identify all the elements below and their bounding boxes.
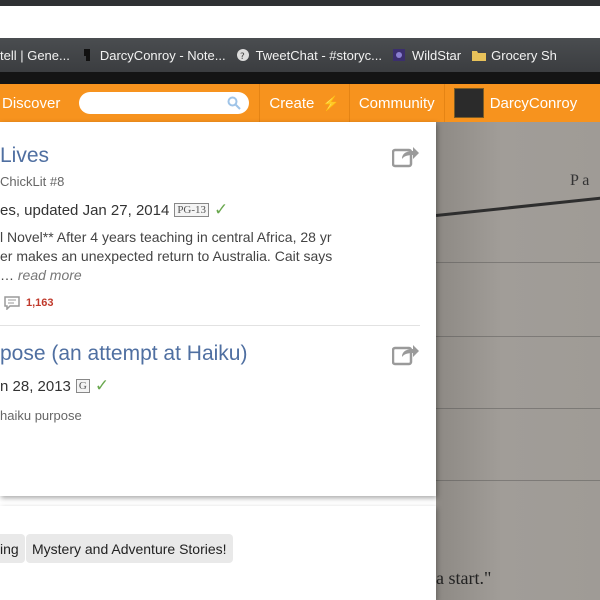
comment-count-value: 1,163 [26,297,54,309]
story-description-line: l Novel** After 4 years teaching in cent… [0,229,332,245]
bookmark-item[interactable]: tell | Gene... [0,48,70,63]
read-more-link[interactable]: read more [18,267,82,283]
story-meta: n 28, 2013 G ✓ [0,376,109,396]
nav-user[interactable]: DarcyConroy [445,84,587,122]
comment-icon [4,296,20,310]
tag-chip[interactable]: ing [0,534,25,563]
photo-ruled-line [436,408,600,409]
site-nav-bar: Discover Create ⚡ Community DarcyConroy [0,84,600,123]
folder-icon [471,48,487,62]
nav-username: DarcyConroy [489,94,578,112]
photo-text: a start." [436,568,492,588]
story-title[interactable]: pose (an attempt at Haiku) [0,342,247,366]
story-meta-text: es, updated Jan 27, 2014 [0,201,170,219]
photo-ruled-line [436,262,600,263]
story-description: l Novel** After 4 years teaching in cent… [0,228,420,285]
bookmark-item[interactable]: DarcyConroy - Note... [80,48,226,63]
story-divider [0,325,420,326]
tag-chip[interactable]: Mystery and Adventure Stories! [26,534,233,563]
tags-card: ing Mystery and Adventure Stories! [0,506,436,600]
bookmark-item[interactable]: WildStar [392,48,461,63]
checkmark-icon: ✓ [94,376,110,395]
bookmarks-bar: tell | Gene... DarcyConroy - Note... ? T… [0,38,600,72]
story-meta-text: n 28, 2013 [0,377,71,395]
bookmark-item[interactable]: Grocery Sh [471,48,557,63]
bookmark-item[interactable]: ? TweetChat - #storyc... [236,48,382,63]
nav-discover-label: Discover [2,94,61,112]
background-photo: P a a start." [436,122,600,600]
tag-label: Mystery and Adventure Stories! [32,540,227,557]
lightning-icon: ⚡ [322,94,340,111]
nav-create[interactable]: Create ⚡ [260,84,350,122]
evernote-icon [80,48,94,62]
bookmark-label: tell | Gene... [0,47,70,63]
photo-diagonal-line [436,195,600,217]
tag-label: ing [0,540,19,557]
bookmark-label: Grocery Sh [491,47,557,63]
rating-badge: PG-13 [174,203,210,217]
bookmark-label: TweetChat - #storyc... [255,47,382,63]
nav-discover[interactable]: Discover [0,84,69,122]
story-meta: es, updated Jan 27, 2014 PG-13 ✓ [0,200,228,220]
browser-divider [0,72,600,84]
photo-text: P a [570,172,590,189]
story-list-card: Lives ChickLit #8 es, updated Jan 27, 20… [0,122,436,496]
nav-community[interactable]: Community [350,84,445,122]
avatar [453,88,484,118]
nav-community-label: Community [358,94,435,112]
search-box [79,92,250,114]
photo-ruled-line [436,480,600,481]
bookmark-label: DarcyConroy - Note... [99,47,226,63]
nav-create-label: Create [269,94,315,112]
svg-text:?: ? [240,52,245,62]
photo-ruled-line [436,336,600,337]
tweetchat-icon: ? [236,48,250,62]
story-description-line: er makes an unexpected return to Austral… [0,248,333,264]
search-input[interactable] [89,92,234,114]
checkmark-icon: ✓ [214,200,229,219]
comment-count[interactable]: 1,163 [4,296,54,310]
share-icon[interactable] [392,144,420,168]
story-category: ChickLit #8 [0,174,65,189]
share-icon[interactable] [392,342,420,366]
rating-badge: G [75,379,90,393]
wildstar-icon [392,48,406,62]
search-icon[interactable] [227,96,242,110]
story-tags: haiku purpose [0,408,82,423]
story-title[interactable]: Lives [0,144,49,168]
ellipsis-text: … [0,267,14,283]
bookmark-label: WildStar [412,47,462,63]
address-bar-area [0,6,600,39]
